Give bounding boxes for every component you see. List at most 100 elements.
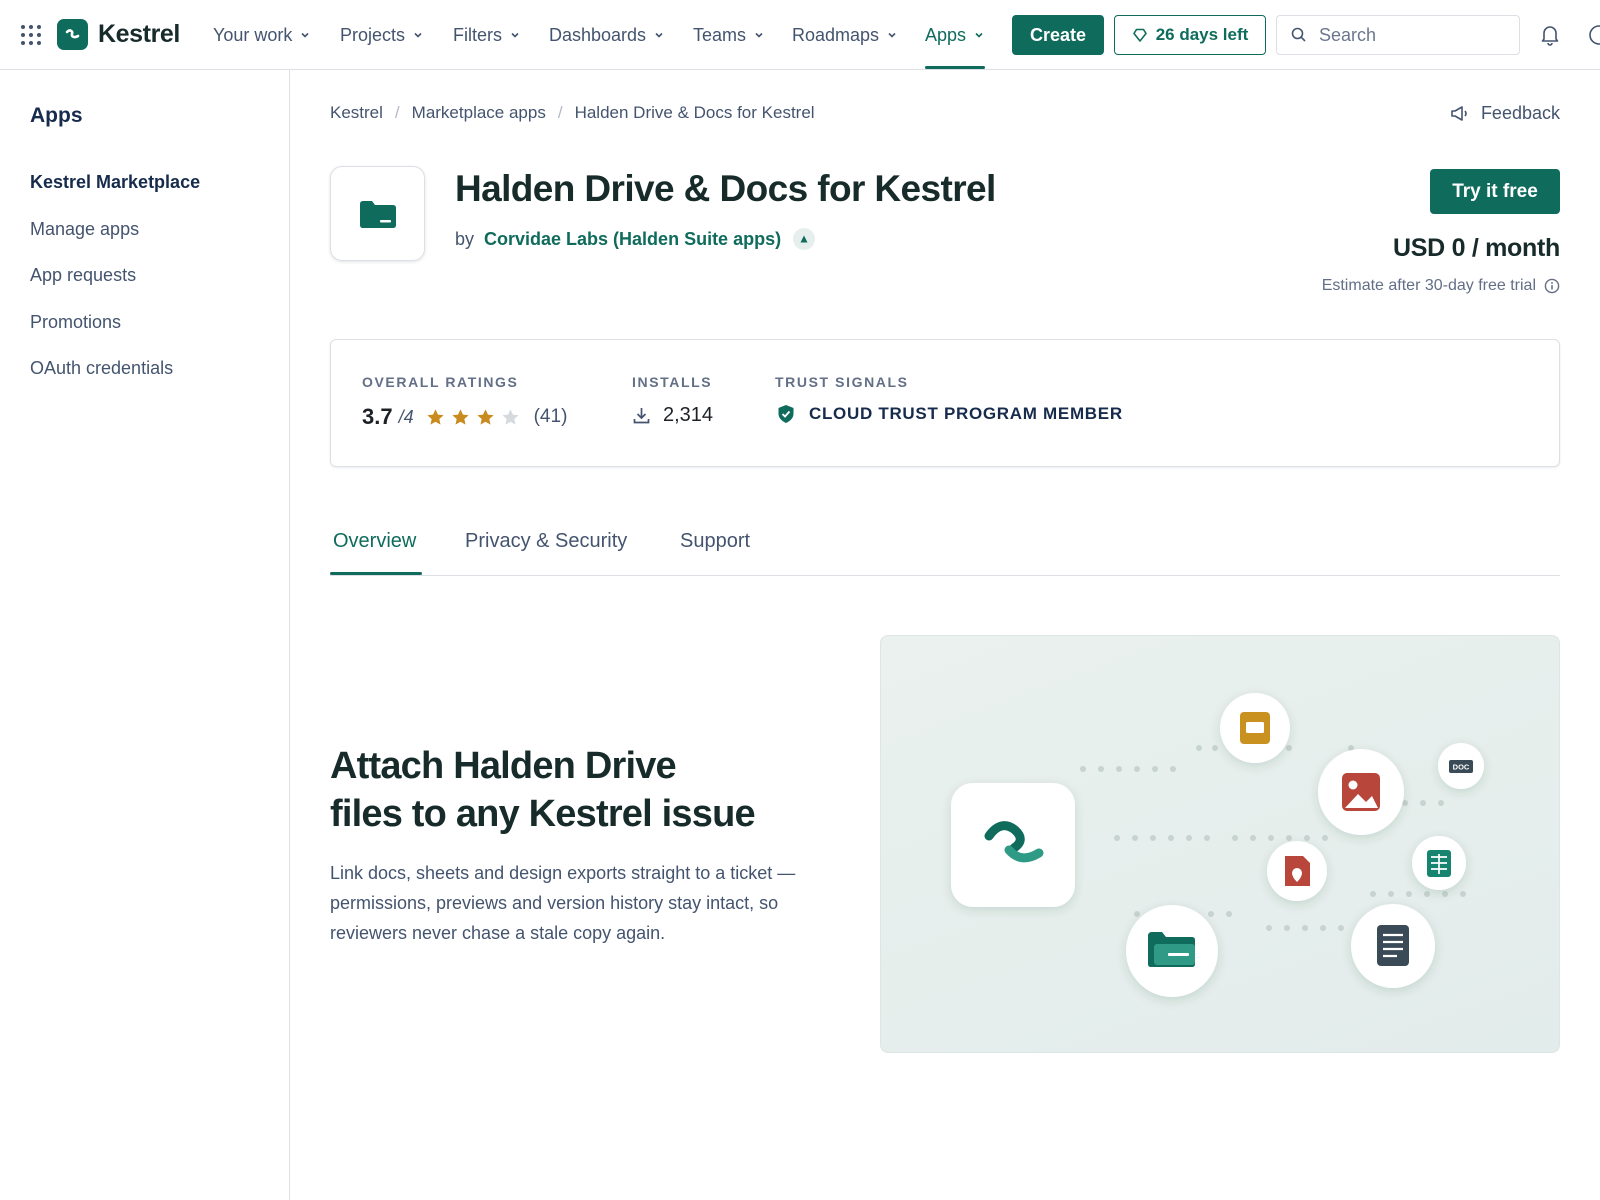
app-tabs: Overview Privacy & Security Support	[330, 530, 1560, 576]
nav-label: Teams	[693, 24, 747, 45]
breadcrumb: Kestrel / Marketplace apps / Halden Driv…	[330, 103, 815, 123]
nav-teams[interactable]: Teams	[693, 21, 764, 49]
installs-value: 2,314	[632, 404, 713, 427]
rating-scale: /4	[398, 406, 414, 427]
doc-badge-icon: DOC	[1449, 760, 1473, 773]
pdf-icon	[1285, 856, 1310, 886]
feedback-button[interactable]: Feedback	[1450, 103, 1560, 124]
star-empty-icon	[502, 408, 519, 425]
app-vendor-line: by Corvidae Labs (Halden Suite apps)	[455, 228, 816, 250]
trial-label: 26 days left	[1155, 25, 1249, 44]
chevron-down-icon	[975, 32, 983, 38]
create-button[interactable]: Create	[1012, 15, 1104, 55]
folder-icon	[1148, 932, 1195, 967]
star-filled-icon	[452, 408, 469, 425]
ratings-label: OVERALL RATINGS	[362, 374, 519, 390]
ratings-value: 3.7 /4 (41)	[362, 404, 567, 430]
chevron-down-icon	[888, 32, 896, 38]
trust-program-label: CLOUD TRUST PROGRAM MEMBER	[809, 404, 1123, 423]
kestrel-logo[interactable]: Kestrel	[57, 19, 180, 50]
hero-title-line: files to any Kestrel issue	[330, 793, 756, 835]
diamond-icon	[1132, 28, 1147, 42]
hero-title: Attach Halden Drive files to any Kestrel…	[330, 742, 830, 838]
price-estimate-note: Estimate after 30-day free trial	[1322, 277, 1560, 295]
star-rating	[426, 408, 526, 427]
image-icon	[1342, 773, 1380, 811]
app-switcher-icon[interactable]	[21, 25, 41, 45]
installs-count: 2,314	[663, 404, 714, 426]
breadcrumb-current-app[interactable]: Halden Drive & Docs for Kestrel	[575, 103, 815, 123]
nav-roadmaps[interactable]: Roadmaps	[792, 21, 897, 49]
nav-label: Roadmaps	[792, 24, 880, 45]
breadcrumb-marketplace-apps[interactable]: Marketplace apps	[412, 103, 546, 123]
app-stats-card: OVERALL RATINGS 3.7 /4 (41) INSTALLS 2,3…	[330, 339, 1560, 467]
chevron-down-icon	[301, 32, 309, 38]
kestrel-logo-icon	[57, 19, 88, 50]
chevron-down-icon	[655, 32, 663, 38]
chevron-down-icon	[755, 32, 763, 38]
tab-support[interactable]: Support	[680, 530, 750, 553]
slides-icon	[1240, 712, 1270, 744]
nav-label: Filters	[453, 24, 502, 45]
sidebar-item-manage-apps[interactable]: Manage apps	[30, 219, 139, 240]
search-box[interactable]	[1276, 15, 1520, 55]
connection-dots	[1080, 745, 1466, 931]
installs-label: INSTALLS	[632, 374, 713, 390]
folder-icon	[359, 200, 396, 228]
app-title: Halden Drive & Docs for Kestrel	[455, 168, 996, 209]
integration-illustration: DOC	[880, 635, 1560, 1053]
sidebar-item-oauth-credentials[interactable]: OAuth credentials	[30, 358, 173, 379]
nav-filters[interactable]: Filters	[453, 21, 520, 49]
download-icon	[633, 408, 650, 424]
tab-privacy-security[interactable]: Privacy & Security	[465, 530, 627, 553]
sidebar-item-promotions[interactable]: Promotions	[30, 312, 121, 333]
notifications-bell-icon[interactable]	[1540, 24, 1560, 46]
hero-description: Link docs, sheets and design exports str…	[330, 863, 796, 943]
top-navigation: Kestrel Your work Projects Filters Dashb…	[0, 0, 1600, 70]
breadcrumb-separator: /	[394, 103, 400, 122]
nav-active-indicator	[925, 66, 985, 69]
sidebar-item-app-requests[interactable]: App requests	[30, 265, 136, 286]
search-icon	[1291, 27, 1306, 42]
nav-your-work[interactable]: Your work	[213, 21, 310, 49]
vendor-link[interactable]: Corvidae Labs (Halden Suite apps)	[484, 229, 781, 250]
breadcrumb-kestrel[interactable]: Kestrel	[330, 103, 383, 123]
estimate-label: Estimate after 30-day free trial	[1321, 277, 1536, 294]
doc-badge-label: DOC	[1453, 763, 1470, 772]
document-icon	[1377, 925, 1409, 966]
hero-title-line: Attach Halden Drive	[330, 745, 677, 787]
search-input[interactable]	[1319, 24, 1499, 46]
tab-active-indicator	[330, 572, 422, 575]
chevron-down-icon	[511, 32, 519, 38]
partner-badge-icon	[793, 228, 816, 250]
star-filled-icon	[427, 408, 444, 425]
feedback-label: Feedback	[1480, 103, 1560, 123]
nav-label: Projects	[340, 24, 406, 45]
sidebar-title: Apps	[30, 104, 83, 127]
illustration-canvas: DOC	[951, 693, 1484, 997]
nav-projects[interactable]: Projects	[340, 21, 423, 49]
sheets-icon	[1427, 850, 1451, 877]
by-label: by	[455, 228, 475, 249]
nav-dashboards[interactable]: Dashboards	[549, 21, 664, 49]
rating-count[interactable]: (41)	[534, 406, 568, 428]
try-it-free-button[interactable]: Try it free	[1430, 169, 1560, 214]
megaphone-icon	[1451, 106, 1467, 121]
help-icon[interactable]	[1588, 24, 1600, 46]
nav-apps[interactable]: Apps	[925, 21, 984, 49]
nav-label: Apps	[925, 24, 967, 45]
app-logo	[330, 166, 425, 261]
tab-overview[interactable]: Overview	[333, 530, 416, 553]
nav-label: Dashboards	[549, 24, 647, 45]
trust-signals-value: CLOUD TRUST PROGRAM MEMBER	[777, 404, 1123, 424]
breadcrumb-separator: /	[557, 103, 563, 122]
sidebar-item-kestrel-marketplace[interactable]: Kestrel Marketplace	[30, 172, 200, 193]
info-icon[interactable]	[1544, 278, 1560, 294]
shield-check-icon	[778, 405, 794, 423]
sidebar: Apps Kestrel Marketplace Manage apps App…	[0, 70, 290, 1200]
trial-days-button[interactable]: 26 days left	[1114, 15, 1266, 55]
app-price: USD 0 / month	[1393, 234, 1560, 262]
star-filled-icon	[477, 408, 494, 425]
rating-number: 3.7	[362, 404, 393, 429]
nav-label: Your work	[213, 24, 293, 45]
